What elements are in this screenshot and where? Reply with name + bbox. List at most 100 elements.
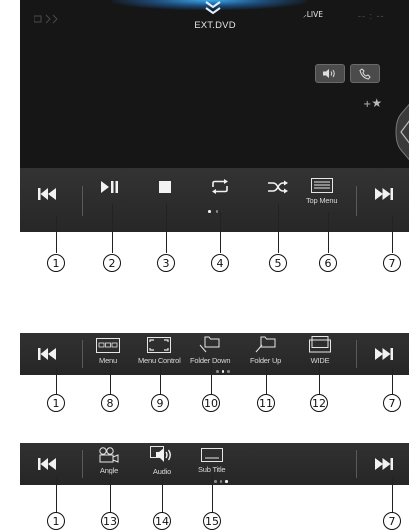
source-title: EXT.DVD [194,20,236,31]
callout-line [392,478,393,513]
divider [356,340,357,368]
stop-button[interactable] [159,181,171,193]
folder-down-icon [199,336,220,353]
subtitle-label: Sub Title [198,465,226,474]
callout-line [110,474,111,513]
callout-line [392,215,393,253]
side-handle-icon[interactable] [393,100,409,164]
subtitle-icon [200,448,223,462]
dvd-player-screen: EXT.DVD ⸝LIVE -- : -- +★ Top Menu [20,0,409,232]
audio-button[interactable]: Audio [150,446,174,476]
callout-line [220,212,221,253]
page-dot [215,210,218,213]
page-indicator [214,480,228,483]
callout-15: 15 [203,512,221,530]
page-dot [227,370,230,373]
angle-button[interactable]: Angle [98,447,120,475]
divider [82,340,83,368]
repeat-icon [212,179,228,194]
stop-icon [159,181,171,193]
menu-label: Menu [99,356,117,365]
callout-7: 7 [383,394,401,412]
control-bar [20,168,409,232]
page-indicator [208,210,218,213]
callout-line [212,474,213,513]
callout-line [278,204,279,253]
top-bar: EXT.DVD ⸝LIVE -- : -- [20,0,409,40]
page-dot [216,370,219,373]
callout-4: 4 [211,254,229,272]
menu-control-button[interactable]: Menu Control [138,337,181,365]
control-bar-page-3: Angle Audio Sub Title [20,443,409,485]
pull-down-chevron-icon[interactable] [202,0,224,18]
callout-10: 10 [202,394,220,412]
menu-icon [96,338,120,353]
callout-14: 14 [153,512,171,530]
top-menu-button[interactable]: Top Menu [306,178,338,205]
shuffle-button[interactable] [268,180,288,194]
previous-chapter-button[interactable] [38,188,56,200]
page-dot [219,480,222,483]
previous-chapter-button[interactable] [38,458,56,470]
menu-button[interactable]: Menu [96,338,120,365]
callout-8: 8 [101,394,119,412]
next-chapter-button[interactable] [375,188,393,200]
page-dot [225,480,228,483]
audio-setup-button[interactable] [315,64,345,83]
phone-icon [359,67,371,80]
favorite-add-icon[interactable]: +★ [363,96,382,110]
angle-label: Angle [99,466,119,475]
previous-chapter-button[interactable] [38,348,56,360]
folder-up-icon [255,336,276,353]
phone-button[interactable] [350,64,380,83]
top-menu-icon [310,178,333,193]
live-indicator: ⸝LIVE [303,10,323,20]
callout-1: 1 [47,254,65,272]
skip-back-icon [38,188,56,200]
callout-1: 1 [47,394,65,412]
callout-2: 2 [103,254,121,272]
callout-9: 9 [151,394,169,412]
callout-line [112,204,113,253]
divider [82,186,83,216]
callout-5: 5 [269,254,287,272]
live-label: LIVE [306,10,324,19]
top-menu-label: Top Menu [306,196,338,205]
skip-forward-icon [375,188,393,200]
callout-line [160,363,161,394]
callout-7: 7 [383,254,401,272]
speaker-icon [323,69,335,78]
page-indicator [216,370,230,373]
callout-13: 13 [101,512,119,530]
callout-line [211,363,212,394]
skip-forward-icon [375,458,393,470]
callout-line [162,474,163,513]
next-chapter-button[interactable] [375,458,393,470]
callout-line [56,368,57,394]
clock: -- : -- [358,11,385,21]
callout-6: 6 [319,254,337,272]
divider [356,450,357,478]
audio-icon [150,446,171,462]
callout-7: 7 [383,512,401,530]
page-dot [221,370,224,373]
callout-line [110,363,111,394]
callout-line [266,363,267,394]
folder-up-button[interactable]: Folder Up [250,335,281,365]
next-chapter-button[interactable] [375,348,393,360]
shuffle-icon [268,180,288,194]
callout-line [56,478,57,513]
skip-back-icon [38,458,56,470]
wide-button[interactable]: WIDE [309,336,331,365]
play-pause-button[interactable] [101,181,119,193]
callout-line [56,215,57,253]
skip-forward-icon [375,348,393,360]
divider [356,186,357,216]
control-bar-page-2: Menu Menu Control Folder Down Folder Up … [20,333,409,375]
repeat-button[interactable] [210,179,230,194]
folder-down-button[interactable]: Folder Down [190,335,231,365]
subtitle-button[interactable]: Sub Title [198,448,226,474]
callout-line [328,212,329,253]
divider [82,450,83,478]
callout-11: 11 [257,394,275,412]
